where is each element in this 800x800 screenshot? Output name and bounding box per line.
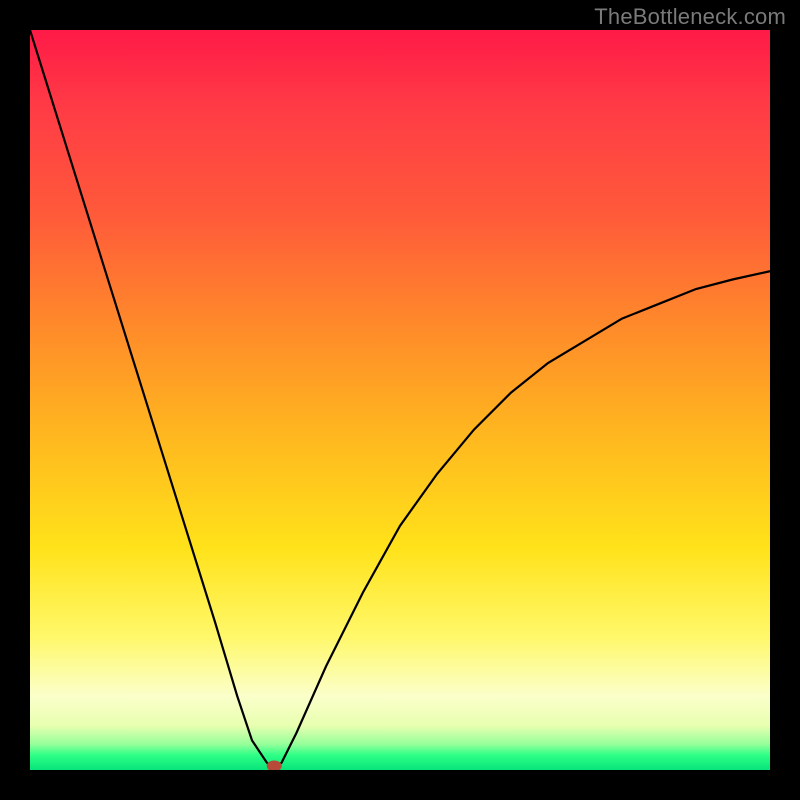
watermark-text: TheBottleneck.com: [594, 4, 786, 30]
outer-frame: TheBottleneck.com: [0, 0, 800, 800]
chart-svg: [30, 30, 770, 770]
bottleneck-curve: [30, 30, 770, 770]
minimum-marker: [267, 761, 281, 770]
plot-area: [30, 30, 770, 770]
